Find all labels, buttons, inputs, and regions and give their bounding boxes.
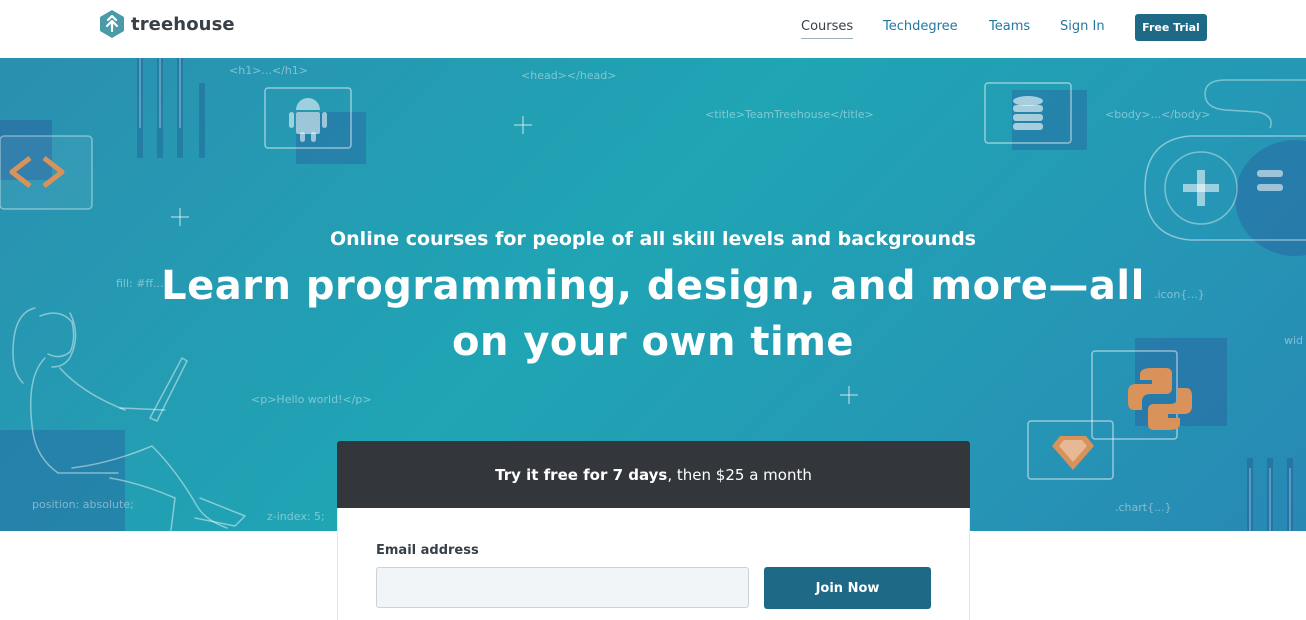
decorative-bars-left (137, 58, 205, 158)
hero-title: Learn programming, design, and more—all … (161, 263, 1145, 365)
code-snippet-head: <head></head> (521, 69, 617, 82)
database-icon (984, 82, 1087, 150)
treehouse-logo[interactable]: treehouse (99, 9, 235, 39)
code-snippet-wid: wid (1284, 334, 1304, 347)
hero-subtitle: Online courses for people of all skill l… (330, 228, 976, 250)
free-trial-button[interactable]: Free Trial (1135, 14, 1207, 41)
code-brackets-icon (0, 120, 93, 210)
nav-courses[interactable]: Courses (801, 19, 854, 39)
email-label: Email address (376, 543, 479, 558)
brand-name: treehouse (131, 13, 235, 35)
code-snippet-chart: .chart{...} (1115, 501, 1172, 514)
code-snippet-h1: <h1>...</h1> (229, 64, 309, 77)
trial-offer-price: , then $25 a month (667, 465, 812, 484)
code-snippet-p: <p>Hello world!</p> (251, 393, 372, 406)
trial-offer-bold: Try it free for 7 days (495, 465, 668, 484)
email-field[interactable] (376, 567, 749, 608)
join-now-button[interactable]: Join Now (764, 567, 931, 609)
nav-teams[interactable]: Teams (989, 19, 1030, 34)
site-header: treehouse Courses Techdegree Teams Sign … (0, 0, 1306, 58)
code-snippet-title: <title>TeamTreehouse</title> (705, 108, 874, 121)
trial-offer-banner: Try it free for 7 days, then $25 a month (337, 441, 970, 508)
code-snippet-position: position: absolute; (32, 498, 134, 511)
treehouse-logo-icon (100, 10, 124, 38)
code-snippet-body: <body>...</body> (1105, 108, 1211, 121)
code-snippet-zindex: z-index: 5; (267, 510, 325, 523)
ruby-gem-icon (1027, 420, 1114, 480)
android-icon (264, 87, 366, 164)
nav-techdegree[interactable]: Techdegree (883, 19, 958, 34)
nav-sign-in[interactable]: Sign In (1060, 19, 1105, 34)
